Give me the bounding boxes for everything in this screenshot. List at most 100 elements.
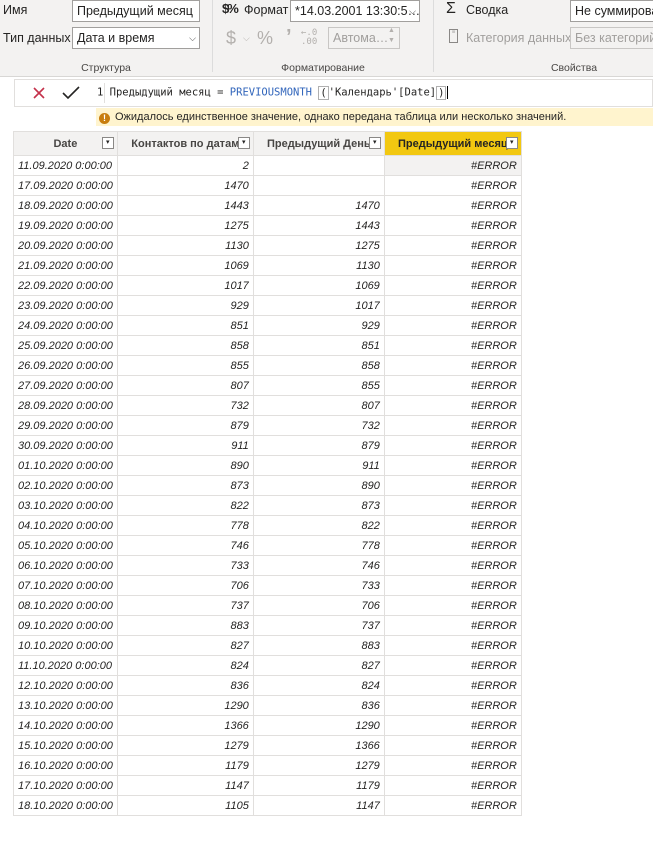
table-cell[interactable]: 807 <box>116 375 254 396</box>
table-cell[interactable]: 822 <box>252 515 385 536</box>
table-cell[interactable]: 03.10.2020 0:00:00 <box>13 495 118 516</box>
table-cell[interactable]: 14.10.2020 0:00:00 <box>13 715 118 736</box>
table-row[interactable]: 17.10.2020 0:00:00 1147 1179 #ERROR <box>13 775 522 796</box>
table-cell[interactable]: #ERROR <box>383 435 522 456</box>
table-cell[interactable]: 706 <box>252 595 385 616</box>
table-cell[interactable]: 1147 <box>252 795 385 816</box>
table-cell[interactable]: #ERROR <box>383 735 522 756</box>
table-cell[interactable]: 778 <box>116 515 254 536</box>
commit-button[interactable] <box>57 80 85 106</box>
chevron-down-icon[interactable]: ⌵ <box>243 33 250 44</box>
table-row[interactable]: 21.09.2020 0:00:00 1069 1130 #ERROR <box>13 255 522 276</box>
percent-icon[interactable]: % <box>257 28 273 49</box>
table-cell[interactable]: 873 <box>116 475 254 496</box>
table-cell[interactable]: 807 <box>252 395 385 416</box>
table-row[interactable]: 18.10.2020 0:00:00 1105 1147 #ERROR <box>13 795 522 816</box>
table-cell[interactable]: 873 <box>252 495 385 516</box>
table-cell[interactable]: 858 <box>252 355 385 376</box>
table-cell[interactable]: #ERROR <box>383 615 522 636</box>
table-cell[interactable]: 706 <box>116 575 254 596</box>
table-cell[interactable]: 23.09.2020 0:00:00 <box>13 295 118 316</box>
table-cell[interactable]: 855 <box>116 355 254 376</box>
table-row[interactable]: 01.10.2020 0:00:00 890 911 #ERROR <box>13 455 522 476</box>
table-cell[interactable]: 851 <box>252 335 385 356</box>
currency-icon[interactable]: $ <box>226 28 236 49</box>
table-cell[interactable]: 1179 <box>116 755 254 776</box>
table-cell[interactable]: 1017 <box>252 295 385 316</box>
table-cell[interactable]: 1069 <box>252 275 385 296</box>
table-cell[interactable]: #ERROR <box>383 775 522 796</box>
filter-dropdown-icon[interactable]: ▾ <box>237 137 250 149</box>
category-select[interactable]: Без категорий <box>570 27 653 49</box>
table-cell[interactable]: 2 <box>116 155 254 176</box>
table-cell[interactable] <box>252 175 385 196</box>
table-cell[interactable]: 07.10.2020 0:00:00 <box>13 575 118 596</box>
table-cell[interactable]: 1443 <box>116 195 254 216</box>
table-cell[interactable]: 737 <box>252 615 385 636</box>
table-cell[interactable]: 836 <box>116 675 254 696</box>
table-cell[interactable]: 1443 <box>252 215 385 236</box>
table-cell[interactable]: 28.09.2020 0:00:00 <box>13 395 118 416</box>
table-cell[interactable]: 911 <box>252 455 385 476</box>
table-cell[interactable]: 1470 <box>252 195 385 216</box>
table-row[interactable]: 13.10.2020 0:00:00 1290 836 #ERROR <box>13 695 522 716</box>
table-cell[interactable]: #ERROR <box>383 575 522 596</box>
table-cell[interactable]: #ERROR <box>383 335 522 356</box>
table-cell[interactable]: 827 <box>116 635 254 656</box>
table-cell[interactable]: 30.09.2020 0:00:00 <box>13 435 118 456</box>
table-row[interactable]: 30.09.2020 0:00:00 911 879 #ERROR <box>13 435 522 456</box>
table-row[interactable]: 28.09.2020 0:00:00 732 807 #ERROR <box>13 395 522 416</box>
table-cell[interactable]: 1179 <box>252 775 385 796</box>
table-row[interactable]: 06.10.2020 0:00:00 733 746 #ERROR <box>13 555 522 576</box>
table-cell[interactable]: 1275 <box>116 215 254 236</box>
table-cell[interactable]: 20.09.2020 0:00:00 <box>13 235 118 256</box>
table-cell[interactable]: 11.09.2020 0:00:00 <box>13 155 118 176</box>
table-cell[interactable]: #ERROR <box>383 155 522 176</box>
table-row[interactable]: 14.10.2020 0:00:00 1366 1290 #ERROR <box>13 715 522 736</box>
table-cell[interactable]: 17.10.2020 0:00:00 <box>13 775 118 796</box>
table-cell[interactable]: 01.10.2020 0:00:00 <box>13 455 118 476</box>
table-cell[interactable]: 879 <box>252 435 385 456</box>
table-cell[interactable]: 17.09.2020 0:00:00 <box>13 175 118 196</box>
filter-dropdown-icon[interactable]: ▾ <box>368 137 381 149</box>
table-cell[interactable]: #ERROR <box>383 555 522 576</box>
table-cell[interactable]: 08.10.2020 0:00:00 <box>13 595 118 616</box>
table-cell[interactable]: 737 <box>116 595 254 616</box>
filter-dropdown-icon[interactable]: ▾ <box>505 137 518 149</box>
formula-input[interactable]: 1 Предыдущий месяц = PREVIOUSMONTH ('Кал… <box>97 85 449 100</box>
table-cell[interactable]: 1279 <box>116 735 254 756</box>
table-row[interactable]: 17.09.2020 0:00:00 1470 #ERROR <box>13 175 522 196</box>
table-cell[interactable]: 1290 <box>116 695 254 716</box>
column-header[interactable]: Предыдущий месяц ▾ <box>383 131 522 156</box>
table-cell[interactable]: 929 <box>116 295 254 316</box>
table-cell[interactable]: #ERROR <box>383 455 522 476</box>
table-cell[interactable]: 778 <box>252 535 385 556</box>
table-cell[interactable]: #ERROR <box>383 415 522 436</box>
table-row[interactable]: 22.09.2020 0:00:00 1017 1069 #ERROR <box>13 275 522 296</box>
table-row[interactable]: 12.10.2020 0:00:00 836 824 #ERROR <box>13 675 522 696</box>
table-cell[interactable]: #ERROR <box>383 275 522 296</box>
table-cell[interactable]: 890 <box>252 475 385 496</box>
table-row[interactable]: 23.09.2020 0:00:00 929 1017 #ERROR <box>13 295 522 316</box>
table-cell[interactable]: 822 <box>116 495 254 516</box>
cancel-button[interactable] <box>25 80 53 106</box>
table-cell[interactable]: 746 <box>116 535 254 556</box>
table-row[interactable]: 10.10.2020 0:00:00 827 883 #ERROR <box>13 635 522 656</box>
table-cell[interactable]: 858 <box>116 335 254 356</box>
table-cell[interactable]: 883 <box>252 635 385 656</box>
table-cell[interactable]: 19.09.2020 0:00:00 <box>13 215 118 236</box>
table-cell[interactable]: #ERROR <box>383 715 522 736</box>
table-row[interactable]: 05.10.2020 0:00:00 746 778 #ERROR <box>13 535 522 556</box>
table-cell[interactable]: 16.10.2020 0:00:00 <box>13 755 118 776</box>
table-cell[interactable]: 27.09.2020 0:00:00 <box>13 375 118 396</box>
table-cell[interactable]: 10.10.2020 0:00:00 <box>13 635 118 656</box>
format-select[interactable]: *14.03.2001 13:30:5… ⌵ <box>290 0 420 22</box>
table-cell[interactable]: 18.09.2020 0:00:00 <box>13 195 118 216</box>
table-cell[interactable]: #ERROR <box>383 595 522 616</box>
table-cell[interactable]: #ERROR <box>383 255 522 276</box>
table-row[interactable]: 03.10.2020 0:00:00 822 873 #ERROR <box>13 495 522 516</box>
table-cell[interactable]: #ERROR <box>383 535 522 556</box>
table-cell[interactable]: #ERROR <box>383 675 522 696</box>
table-cell[interactable]: 02.10.2020 0:00:00 <box>13 475 118 496</box>
table-cell[interactable]: 11.10.2020 0:00:00 <box>13 655 118 676</box>
